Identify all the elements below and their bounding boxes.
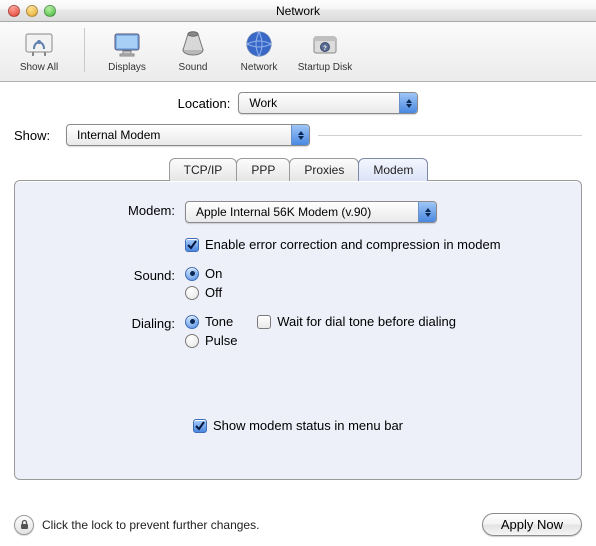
dialing-pulse-radio[interactable]: Pulse <box>185 333 561 348</box>
toolbar-item-label: Displays <box>108 62 146 73</box>
tab-label: Modem <box>373 163 413 177</box>
toolbar-separator <box>84 28 85 72</box>
window-title: Network <box>0 4 596 18</box>
modem-label: Modem: <box>35 201 185 218</box>
dialing-tone-radio[interactable]: Tone <box>185 314 233 329</box>
modem-value: Apple Internal 56K Modem (v.90) <box>196 205 379 219</box>
network-icon <box>243 28 275 60</box>
show-label: Show: <box>14 128 66 143</box>
toolbar-item-show-all[interactable]: Show All <box>8 28 70 73</box>
lock-button[interactable] <box>14 515 34 535</box>
tab-tcpip[interactable]: TCP/IP <box>169 158 238 181</box>
show-status-checkbox[interactable]: Show modem status in menu bar <box>193 418 403 433</box>
sound-icon <box>177 28 209 60</box>
toolbar-item-label: Network <box>241 62 278 73</box>
modem-row: Modem: Apple Internal 56K Modem (v.90) <box>35 201 561 223</box>
tab-panel-modem: Modem: Apple Internal 56K Modem (v.90) <box>14 180 582 480</box>
popup-arrows-icon <box>399 93 417 113</box>
divider <box>318 135 582 136</box>
location-popup[interactable]: Work <box>238 92 418 114</box>
lock-icon <box>19 519 30 530</box>
window-controls <box>0 5 56 17</box>
sound-row: Sound: On Off <box>35 266 561 300</box>
dialing-label: Dialing: <box>35 314 185 331</box>
enable-ec-label: Enable error correction and compression … <box>205 237 501 252</box>
sound-on-label: On <box>205 266 222 281</box>
radio-circle-icon <box>185 334 199 348</box>
show-row: Show: Internal Modem <box>14 124 582 146</box>
modem-popup[interactable]: Apple Internal 56K Modem (v.90) <box>185 201 437 223</box>
svg-text:?: ? <box>323 46 327 52</box>
toolbar-item-network[interactable]: Network <box>231 28 287 73</box>
enable-ec-row: Enable error correction and compression … <box>35 237 561 252</box>
zoom-window-button[interactable] <box>44 5 56 17</box>
radio-circle-icon <box>185 315 199 329</box>
toolbar-item-startup-disk[interactable]: ? Startup Disk <box>297 28 353 73</box>
tab-label: PPP <box>251 163 275 177</box>
toolbar-item-label: Sound <box>179 62 208 73</box>
tab-label: TCP/IP <box>184 163 223 177</box>
sound-off-radio[interactable]: Off <box>185 285 561 300</box>
tab-proxies[interactable]: Proxies <box>289 158 359 181</box>
toolbar-item-displays[interactable]: Displays <box>99 28 155 73</box>
dialing-tone-label: Tone <box>205 314 233 329</box>
radio-circle-icon <box>185 267 199 281</box>
popup-arrows-icon <box>418 202 436 222</box>
show-all-icon <box>23 28 55 60</box>
wait-dial-label: Wait for dial tone before dialing <box>277 314 456 329</box>
lock-line: Click the lock to prevent further change… <box>14 515 259 535</box>
toolbar-item-label: Show All <box>20 62 58 73</box>
show-status-row: Show modem status in menu bar <box>35 418 561 434</box>
toolbar-item-sound[interactable]: Sound <box>165 28 221 73</box>
tab-bar: TCP/IP PPP Proxies Modem <box>14 158 582 181</box>
tab-label: Proxies <box>304 163 344 177</box>
tab-container: TCP/IP PPP Proxies Modem Modem: Apple In… <box>14 158 582 480</box>
location-row: Location: Work <box>14 92 582 114</box>
show-popup[interactable]: Internal Modem <box>66 124 310 146</box>
apply-now-button[interactable]: Apply Now <box>482 513 582 536</box>
show-value: Internal Modem <box>77 128 168 142</box>
displays-icon <box>111 28 143 60</box>
sound-on-radio[interactable]: On <box>185 266 561 281</box>
dialing-row: Dialing: Tone Wait for dial tone before … <box>35 314 561 348</box>
enable-ec-checkbox[interactable]: Enable error correction and compression … <box>185 237 561 252</box>
checkbox-box-icon <box>193 419 207 433</box>
toolbar: Show All Displays Sound <box>0 22 596 82</box>
startup-disk-icon: ? <box>309 28 341 60</box>
toolbar-item-label: Startup Disk <box>298 62 352 73</box>
location-label: Location: <box>178 96 239 111</box>
close-window-button[interactable] <box>8 5 20 17</box>
location-value: Work <box>249 96 285 110</box>
radio-circle-icon <box>185 286 199 300</box>
checkbox-box-icon <box>185 238 199 252</box>
pane-body: Location: Work Show: Internal Modem TCP/… <box>0 82 596 480</box>
minimize-window-button[interactable] <box>26 5 38 17</box>
show-status-label: Show modem status in menu bar <box>213 418 403 433</box>
dialing-pulse-label: Pulse <box>205 333 238 348</box>
apply-now-label: Apply Now <box>501 517 563 532</box>
checkbox-box-icon <box>257 315 271 329</box>
tab-ppp[interactable]: PPP <box>236 158 290 181</box>
lock-text: Click the lock to prevent further change… <box>42 518 259 532</box>
tab-modem[interactable]: Modem <box>358 158 428 181</box>
sound-off-label: Off <box>205 285 222 300</box>
sound-label: Sound: <box>35 266 185 283</box>
popup-arrows-icon <box>291 125 309 145</box>
footer: Click the lock to prevent further change… <box>14 513 582 536</box>
titlebar: Network <box>0 0 596 22</box>
wait-dial-checkbox[interactable]: Wait for dial tone before dialing <box>257 314 456 329</box>
